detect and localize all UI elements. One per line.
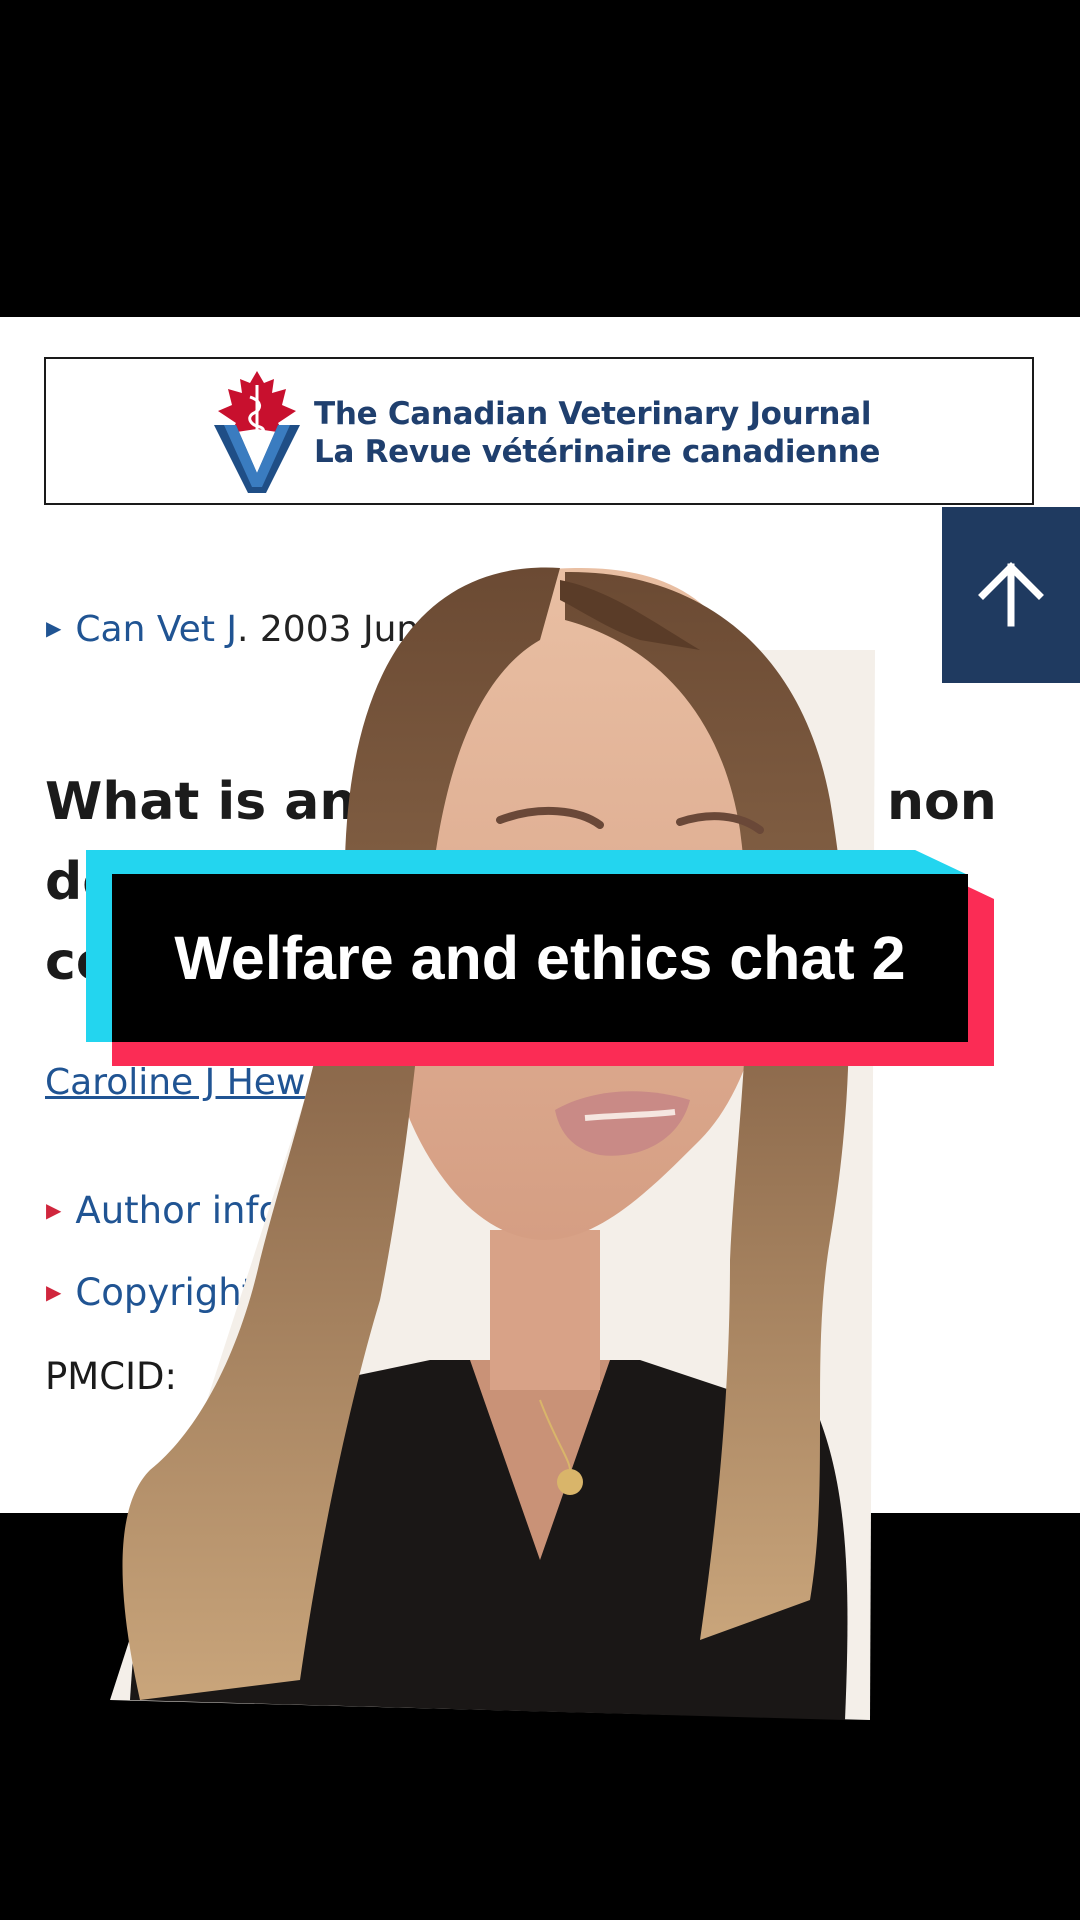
title-line-1-end: non xyxy=(887,772,997,832)
journal-logo-icon xyxy=(214,371,300,493)
journal-banner: The Canadian Veterinary Journal La Revue… xyxy=(44,357,1034,505)
author-info-label: Author info xyxy=(75,1189,282,1232)
expand-triangle-icon: ▶ xyxy=(46,1197,62,1222)
author-info-toggle[interactable]: ▶ Author info xyxy=(46,1189,281,1232)
journal-name: The Canadian Veterinary Journal La Revue… xyxy=(314,395,880,471)
expand-triangle-icon[interactable]: ▶ xyxy=(46,616,61,640)
arrow-up-icon xyxy=(978,562,1044,627)
copyright-toggle[interactable]: ▶ Copyright xyxy=(46,1271,256,1314)
title-line-1: What is anim xyxy=(45,772,429,832)
journal-abbrev-link[interactable]: Can Vet J xyxy=(75,609,237,650)
journal-name-french: La Revue vétérinaire canadienne xyxy=(314,434,881,470)
citation-date: . 2003 Jun;44(6 xyxy=(237,609,515,650)
journal-name-english: The Canadian Veterinary Journal xyxy=(314,396,872,432)
citation-line: ▶ Can Vet J. 2003 Jun;44(6 xyxy=(46,609,514,650)
scroll-to-top-button[interactable] xyxy=(942,507,1080,683)
copyright-label: Copyright xyxy=(75,1271,257,1314)
caption-text: Welfare and ethics chat 2 xyxy=(174,924,906,992)
expand-triangle-icon: ▶ xyxy=(46,1279,62,1304)
caption-overlay: Welfare and ethics chat 2 xyxy=(86,850,994,1066)
video-frame: The Canadian Veterinary Journal La Revue… xyxy=(0,0,1080,1920)
author-link[interactable]: Caroline J Hew xyxy=(45,1062,305,1103)
pmcid-label: PMCID: xyxy=(45,1355,177,1398)
